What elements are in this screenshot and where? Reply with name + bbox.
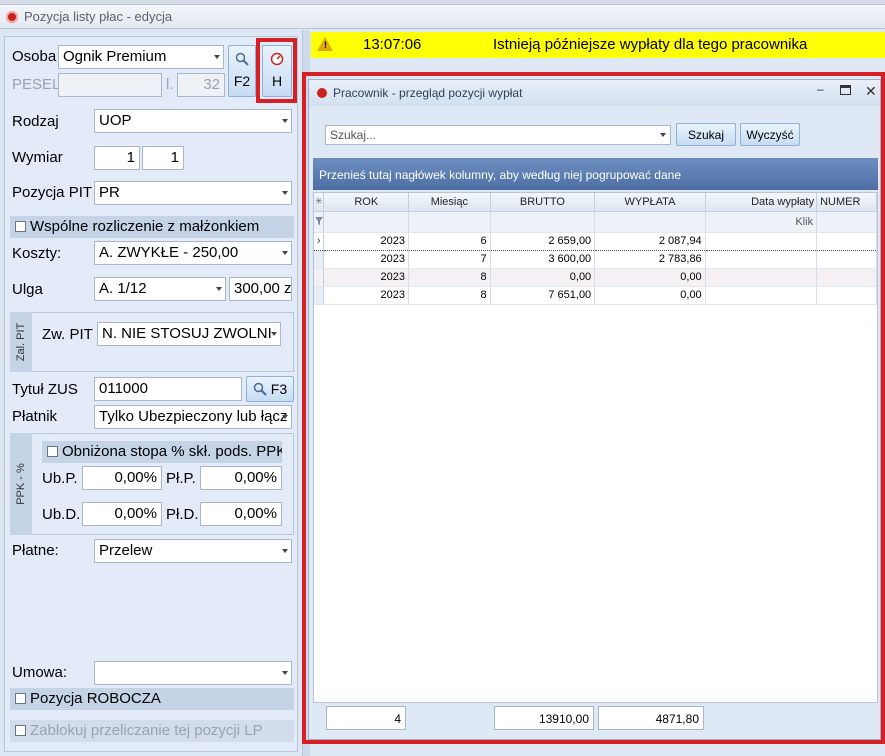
tytul-zus-field[interactable]: 011000 (94, 377, 242, 401)
checkbox-icon (15, 221, 26, 232)
chevron-down-icon (282, 251, 288, 255)
warning-icon: ! (317, 37, 333, 51)
plp-label: Pł.P. (166, 470, 196, 487)
umowa-label: Umowa: (12, 664, 68, 681)
robocza-checkbox[interactable]: Pozycja ROBOCZA (10, 688, 294, 710)
ulga-amount-field[interactable]: 300,00 zł (229, 277, 292, 301)
plp-field[interactable]: 0,00% (200, 466, 282, 490)
koszty-select[interactable]: A. ZWYKŁE - 250,00 (94, 241, 292, 265)
chevron-down-icon (282, 119, 288, 123)
pesel-label: PESEL (12, 76, 61, 93)
rodzaj-select[interactable]: UOP (94, 109, 292, 133)
pld-label: Pł.D. (166, 506, 199, 523)
wspolne-checkbox[interactable]: Wspólne rozliczenie z małżonkiem (10, 216, 294, 238)
pit-select[interactable]: PR (94, 181, 292, 205)
obnizona-checkbox[interactable]: Obniżona stopa % skł. pods. PPK (42, 441, 282, 463)
search-icon (235, 52, 249, 66)
checkbox-icon (15, 725, 26, 736)
tytul-zus-label: Tytuł ZUS (12, 381, 78, 398)
wymiar-label: Wymiar (12, 149, 63, 166)
zw-pit-select[interactable]: N. NIE STOSUJ ZWOLNI (97, 322, 281, 346)
platne-select[interactable]: Przelew (94, 539, 292, 563)
ubp-field[interactable]: 0,00% (82, 466, 162, 490)
wymiar-numerator[interactable]: 1 (94, 146, 140, 170)
zablokuj-checkbox[interactable]: Zablokuj przeliczanie tej pozycji LP (10, 720, 294, 742)
chevron-down-icon (282, 415, 288, 419)
app-icon (6, 11, 18, 23)
pit-label: Pozycja PIT (12, 184, 93, 201)
platnik-select[interactable]: Tylko Ubezpieczony lub łącz (94, 405, 292, 429)
search-f3-button[interactable]: F3 (246, 376, 294, 402)
pesel-field[interactable] (58, 73, 162, 97)
pld-field[interactable]: 0,00% (200, 502, 282, 526)
ubd-field[interactable]: 0,00% (82, 502, 162, 526)
warning-time: 13:07:06 (363, 36, 422, 53)
search-icon (253, 382, 267, 396)
zw-pit-label: Zw. PIT (42, 326, 93, 343)
rodzaj-label: Rodzaj (12, 113, 59, 130)
ulga-select[interactable]: A. 1/12 (94, 277, 226, 301)
checkbox-icon (47, 446, 58, 457)
l-label: l. (166, 76, 174, 93)
highlight-review-window (302, 72, 885, 744)
window-title: Pozycja listy płac - edycja (24, 9, 173, 24)
l-field[interactable]: 32 (177, 73, 225, 97)
wymiar-denominator[interactable]: 1 (142, 146, 184, 170)
umowa-select[interactable] (94, 661, 292, 685)
chevron-down-icon (282, 191, 288, 195)
ulga-label: Ulga (12, 281, 43, 298)
osoba-select[interactable]: Ognik Premium (58, 45, 224, 69)
zal-pit-tab[interactable]: Zal. PIT (10, 312, 32, 372)
warning-bar: ! 13:07:06 Istnieją późniejsze wypłaty d… (311, 32, 885, 58)
chevron-down-icon (282, 549, 288, 553)
warning-message: Istnieją późniejsze wypłaty dla tego pra… (493, 36, 808, 53)
platne-label: Płatne: (12, 542, 59, 559)
checkbox-icon (15, 693, 26, 704)
platnik-label: Płatnik (12, 408, 58, 425)
search-f2-button[interactable]: F2 (228, 45, 256, 97)
osoba-label: Osoba (12, 48, 57, 65)
chevron-down-icon (216, 287, 222, 291)
chevron-down-icon (214, 55, 220, 59)
ubp-label: Ub.P. (42, 470, 78, 487)
chevron-down-icon (271, 332, 277, 336)
koszty-label: Koszty: (12, 245, 62, 262)
window-titlebar: Pozycja listy płac - edycja (0, 5, 885, 29)
ppk-tab[interactable]: PPK - % (10, 433, 32, 535)
highlight-h-button (256, 38, 297, 103)
ubd-label: Ub.D. (42, 506, 81, 523)
chevron-down-icon (282, 671, 288, 675)
